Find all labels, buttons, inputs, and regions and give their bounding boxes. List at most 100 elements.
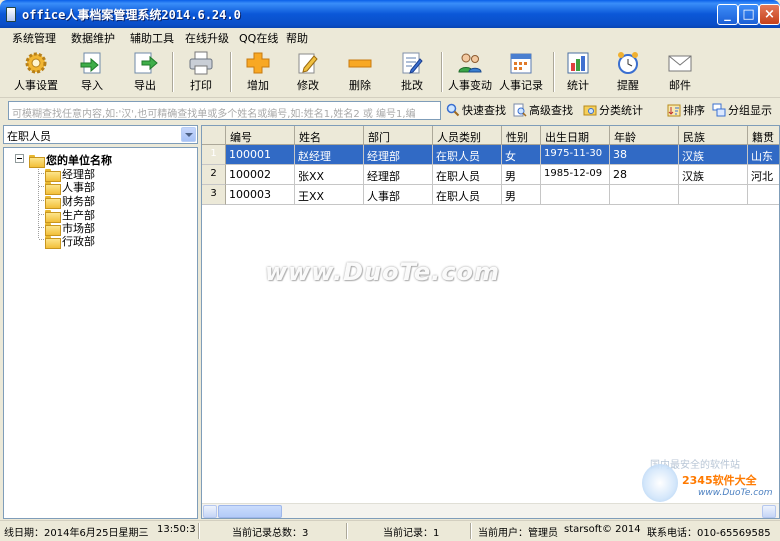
column-header[interactable]: 籍贯 [748,126,779,145]
cell[interactable]: 赵经理 [295,145,364,165]
maximize-button[interactable]: □ [738,4,759,25]
status-bar: 线日期：2014年6月25日星期三 13:50:3 当前记录总数：3 当前记录：… [0,520,780,541]
column-header[interactable]: 部门 [364,126,433,145]
group-display-button[interactable]: 分组显示 [712,102,772,119]
batch-edit-button[interactable]: 批改 [392,48,432,96]
mail-button[interactable]: 邮件 [660,48,700,96]
personnel-settings-button[interactable]: 人事设置 [10,48,62,96]
scroll-thumb[interactable] [218,505,282,518]
cell[interactable] [679,185,748,205]
mascot-icon [642,464,678,502]
cell[interactable]: 100001 [226,145,295,165]
tree-item-marketing[interactable]: 市场部 [44,220,95,236]
menu-tools[interactable]: 辅助工具 [130,30,174,46]
cell[interactable]: 汉族 [679,165,748,185]
column-header[interactable]: 性别 [502,126,541,145]
cell[interactable]: 在职人员 [433,165,502,185]
export-button[interactable]: 导出 [125,48,165,96]
cell[interactable]: 男 [502,165,541,185]
cell[interactable]: 王XX [295,185,364,205]
folder-icon [44,181,61,195]
left-panel: 在职人员 您的单位名称 经理部 人事部 财务部 生产部 市场部 行政部 [3,125,198,519]
tree-item-production[interactable]: 生产部 [44,207,95,223]
table-row[interactable]: 1 100001 赵经理 经理部 在职人员 女 1975-11-30 38 汉族… [202,145,779,165]
mail-icon [667,51,693,75]
tree-item-admin[interactable]: 行政部 [44,233,95,249]
cell[interactable]: 1985-12-09 [541,165,610,185]
toolbar-label: 人事记录 [499,79,543,92]
toolbar-separator [230,52,232,92]
quick-search-button[interactable]: 快速查找 [446,102,506,119]
sort-button[interactable]: 排序 [667,102,705,119]
menu-data[interactable]: 数据维护 [71,30,115,46]
menu-qq[interactable]: QQ在线 [239,30,278,46]
cell[interactable]: 汉族 [679,145,748,165]
chart-icon [565,51,591,75]
personnel-record-button[interactable]: 人事记录 [497,48,545,96]
tree-root[interactable]: 您的单位名称 [28,152,112,168]
minus-icon [347,51,373,75]
cell[interactable]: 张XX [295,165,364,185]
cell[interactable]: 男 [502,185,541,205]
open-folder-icon [28,154,45,168]
row-number: 3 [202,185,226,205]
sort-icon [667,103,681,117]
cell[interactable]: 38 [610,145,679,165]
search-input[interactable]: 可模糊查找任意内容,如:'汉',也可精确查找单或多个姓名或编号,如:姓名1,姓名… [8,101,441,120]
menu-upgrade[interactable]: 在线升级 [185,30,229,46]
print-button[interactable]: 打印 [181,48,221,96]
watermark-brand: 2345软件大全 [682,474,757,487]
column-header[interactable]: 出生日期 [541,126,610,145]
column-header[interactable]: 编号 [226,126,295,145]
cell[interactable]: 人事部 [364,185,433,205]
reminder-button[interactable]: 提醒 [608,48,648,96]
tree-item-hr[interactable]: 人事部 [44,179,95,195]
toolbar-label: 人事设置 [14,79,58,92]
column-header[interactable]: 人员类别 [433,126,502,145]
cell[interactable]: 1975-11-30 [541,145,610,165]
toolbar-separator [553,52,555,92]
import-button[interactable]: 导入 [72,48,112,96]
delete-button[interactable]: 删除 [340,48,380,96]
status-time: 13:50:3 [157,524,196,535]
toolbar-label: 增加 [247,79,269,92]
alarm-clock-icon [615,51,641,75]
cell[interactable]: 100003 [226,185,295,205]
table-row[interactable]: 3 100003 王XX 人事部 在职人员 男 [202,185,779,205]
table-row[interactable]: 2 100002 张XX 经理部 在职人员 男 1985-12-09 28 汉族… [202,165,779,185]
menu-help[interactable]: 帮助 [286,30,308,46]
advanced-search-button[interactable]: 高级查找 [513,102,573,119]
close-button[interactable]: × [759,4,780,25]
scroll-left-button[interactable] [203,505,217,518]
people-icon [457,51,483,75]
tree-item-manager[interactable]: 经理部 [44,166,95,182]
column-header[interactable]: 姓名 [295,126,364,145]
toolbar-separator [172,52,174,92]
cell[interactable]: 经理部 [364,165,433,185]
cell[interactable]: 河北 [748,165,779,185]
cell[interactable]: 女 [502,145,541,165]
cell[interactable]: 28 [610,165,679,185]
cell[interactable] [541,185,610,205]
add-button[interactable]: 增加 [238,48,278,96]
cell[interactable] [748,185,779,205]
personnel-change-button[interactable]: 人事变动 [446,48,494,96]
category-stats-button[interactable]: 分类统计 [583,102,643,119]
tree-collapse-toggle[interactable] [15,154,24,163]
cell[interactable]: 在职人员 [433,185,502,205]
chevron-down-icon[interactable] [181,127,196,142]
minimize-button[interactable]: _ [717,4,738,25]
cell[interactable] [610,185,679,205]
cell[interactable]: 山东 [748,145,779,165]
staff-type-select[interactable]: 在职人员 [3,125,198,144]
menu-system[interactable]: 系统管理 [12,30,56,46]
column-header[interactable]: 年龄 [610,126,679,145]
statistics-button[interactable]: 统计 [558,48,598,96]
window-title: office人事档案管理系统2014.6.24.0 [22,8,241,22]
cell[interactable]: 在职人员 [433,145,502,165]
edit-button[interactable]: 修改 [288,48,328,96]
column-header[interactable]: 民族 [679,126,748,145]
tree-item-finance[interactable]: 财务部 [44,193,95,209]
cell[interactable]: 经理部 [364,145,433,165]
cell[interactable]: 100002 [226,165,295,185]
